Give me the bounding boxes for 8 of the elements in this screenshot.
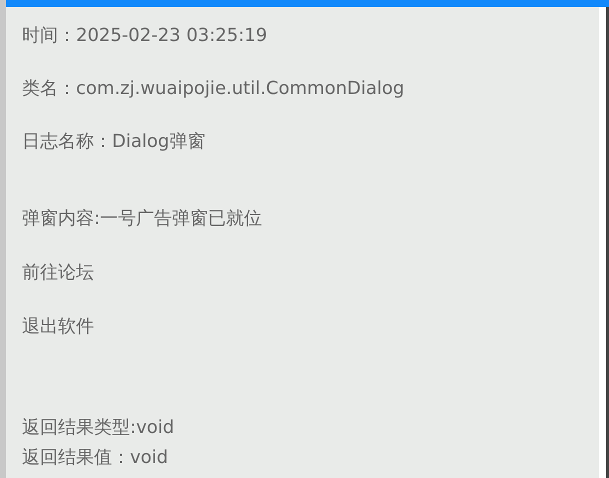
log-line: 弹窗内容:一号广告弹窗已就位 xyxy=(22,207,264,231)
log-line: 类名：com.zj.wuaipojie.util.CommonDialog xyxy=(22,77,406,101)
log-line: 返回结果值：void xyxy=(22,446,170,470)
log-line: 返回结果类型:void xyxy=(22,416,176,440)
log-line: 退出软件 xyxy=(22,315,95,339)
log-line: 前往论坛 xyxy=(22,261,95,285)
log-line: 日志名称：Dialog弹窗 xyxy=(22,130,206,154)
log-line: 时间：2025-02-23 03:25:19 xyxy=(22,24,268,48)
